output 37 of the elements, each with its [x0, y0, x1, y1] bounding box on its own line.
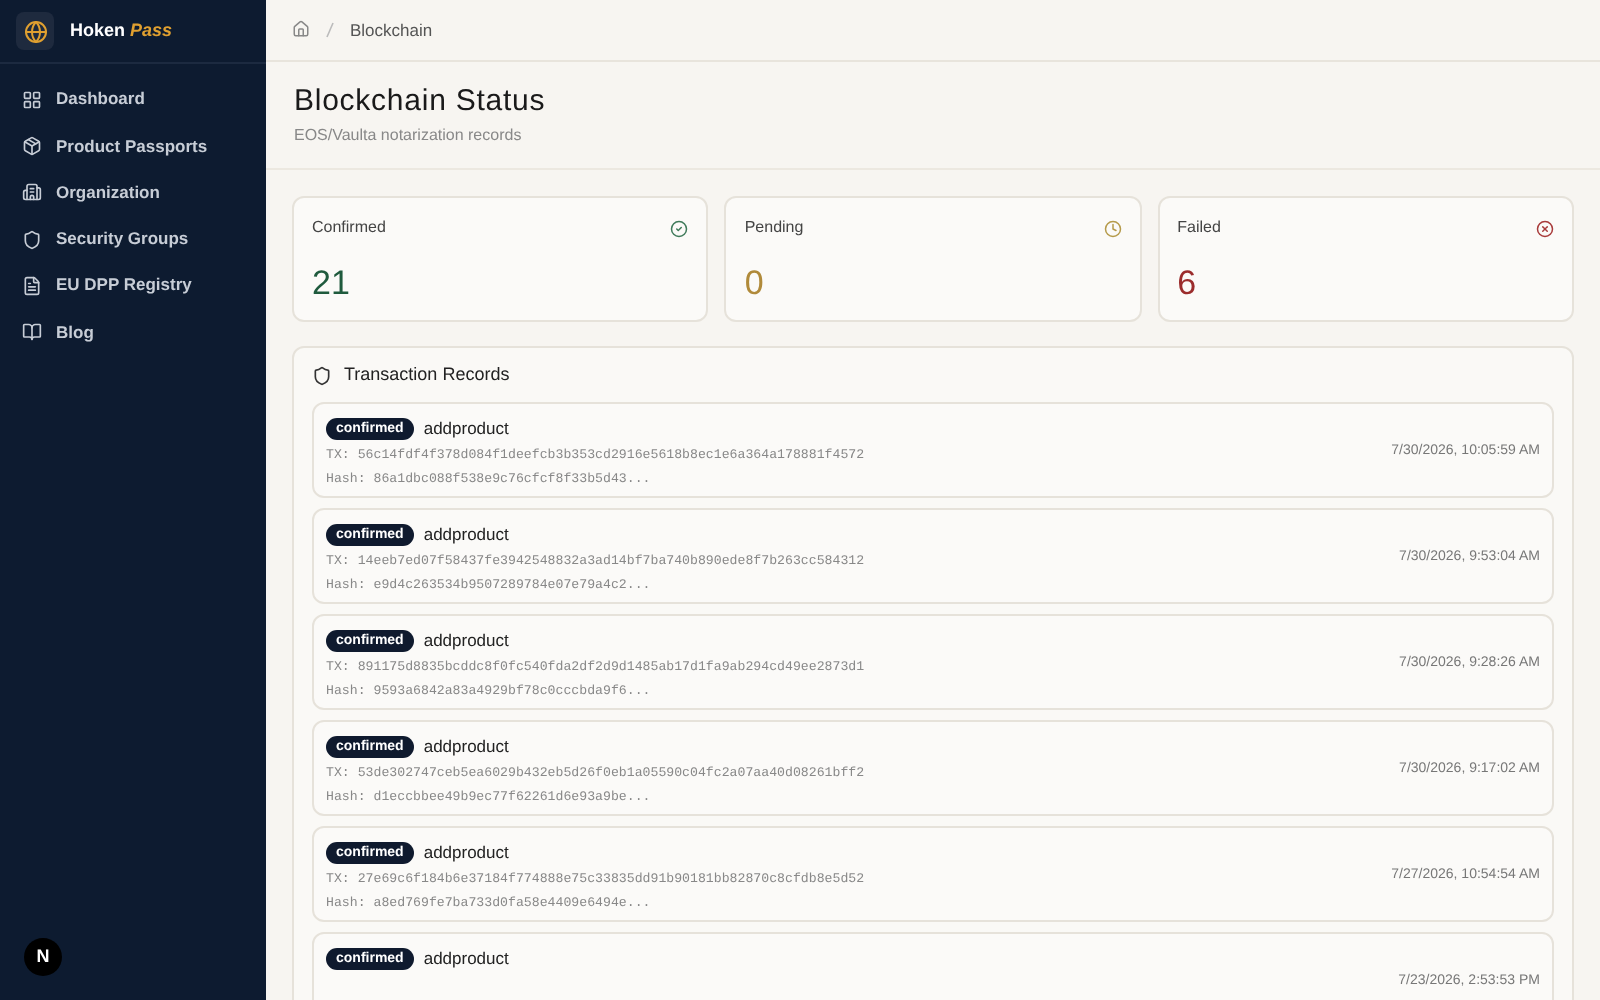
page-title: Blockchain Status	[294, 81, 548, 122]
nav-item[interactable]: EU DPP Registry	[0, 262, 266, 309]
box-icon	[22, 135, 42, 156]
nav-item[interactable]: Security Groups	[0, 215, 266, 263]
page-subtitle: EOS/Vaulta notarization records	[294, 124, 524, 149]
nav-item[interactable]: Blog	[0, 308, 266, 356]
action-name: addproduct	[423, 415, 509, 442]
panel-title: Transaction Records	[344, 362, 510, 389]
avatar-badge[interactable]: N	[24, 938, 62, 976]
breadcrumb-item[interactable]: Blockchain	[350, 17, 433, 43]
grid-icon	[22, 89, 42, 110]
building-icon	[22, 182, 42, 203]
file-icon	[22, 275, 42, 296]
globe-icon	[16, 12, 54, 50]
shield-icon	[22, 229, 42, 250]
nav-item[interactable]: Product Passports	[0, 122, 266, 170]
stat-label: Failed	[1177, 216, 1221, 241]
stat-value: 21	[312, 262, 352, 307]
clock-icon	[1103, 219, 1122, 238]
shield-icon	[312, 366, 332, 387]
nav-item[interactable]: Dashboard	[0, 76, 266, 123]
stat-value: 0	[744, 262, 766, 307]
action-name: addproduct	[423, 945, 509, 972]
check-circle-icon	[670, 219, 689, 238]
action-name: addproduct	[423, 733, 509, 760]
action-name: addproduct	[423, 839, 509, 866]
nav-item[interactable]: Organization	[0, 169, 266, 216]
slash-icon	[326, 21, 334, 38]
x-circle-icon	[1535, 219, 1554, 238]
stat-value: 6	[1177, 262, 1199, 307]
home-icon[interactable]	[292, 20, 310, 39]
brand-logo[interactable]: Hoken Pass	[70, 17, 173, 45]
stat-label: Confirmed	[312, 216, 386, 241]
action-name: addproduct	[423, 521, 509, 548]
stat-label: Pending	[744, 216, 804, 241]
book-icon	[22, 322, 42, 343]
action-name: addproduct	[423, 627, 509, 654]
